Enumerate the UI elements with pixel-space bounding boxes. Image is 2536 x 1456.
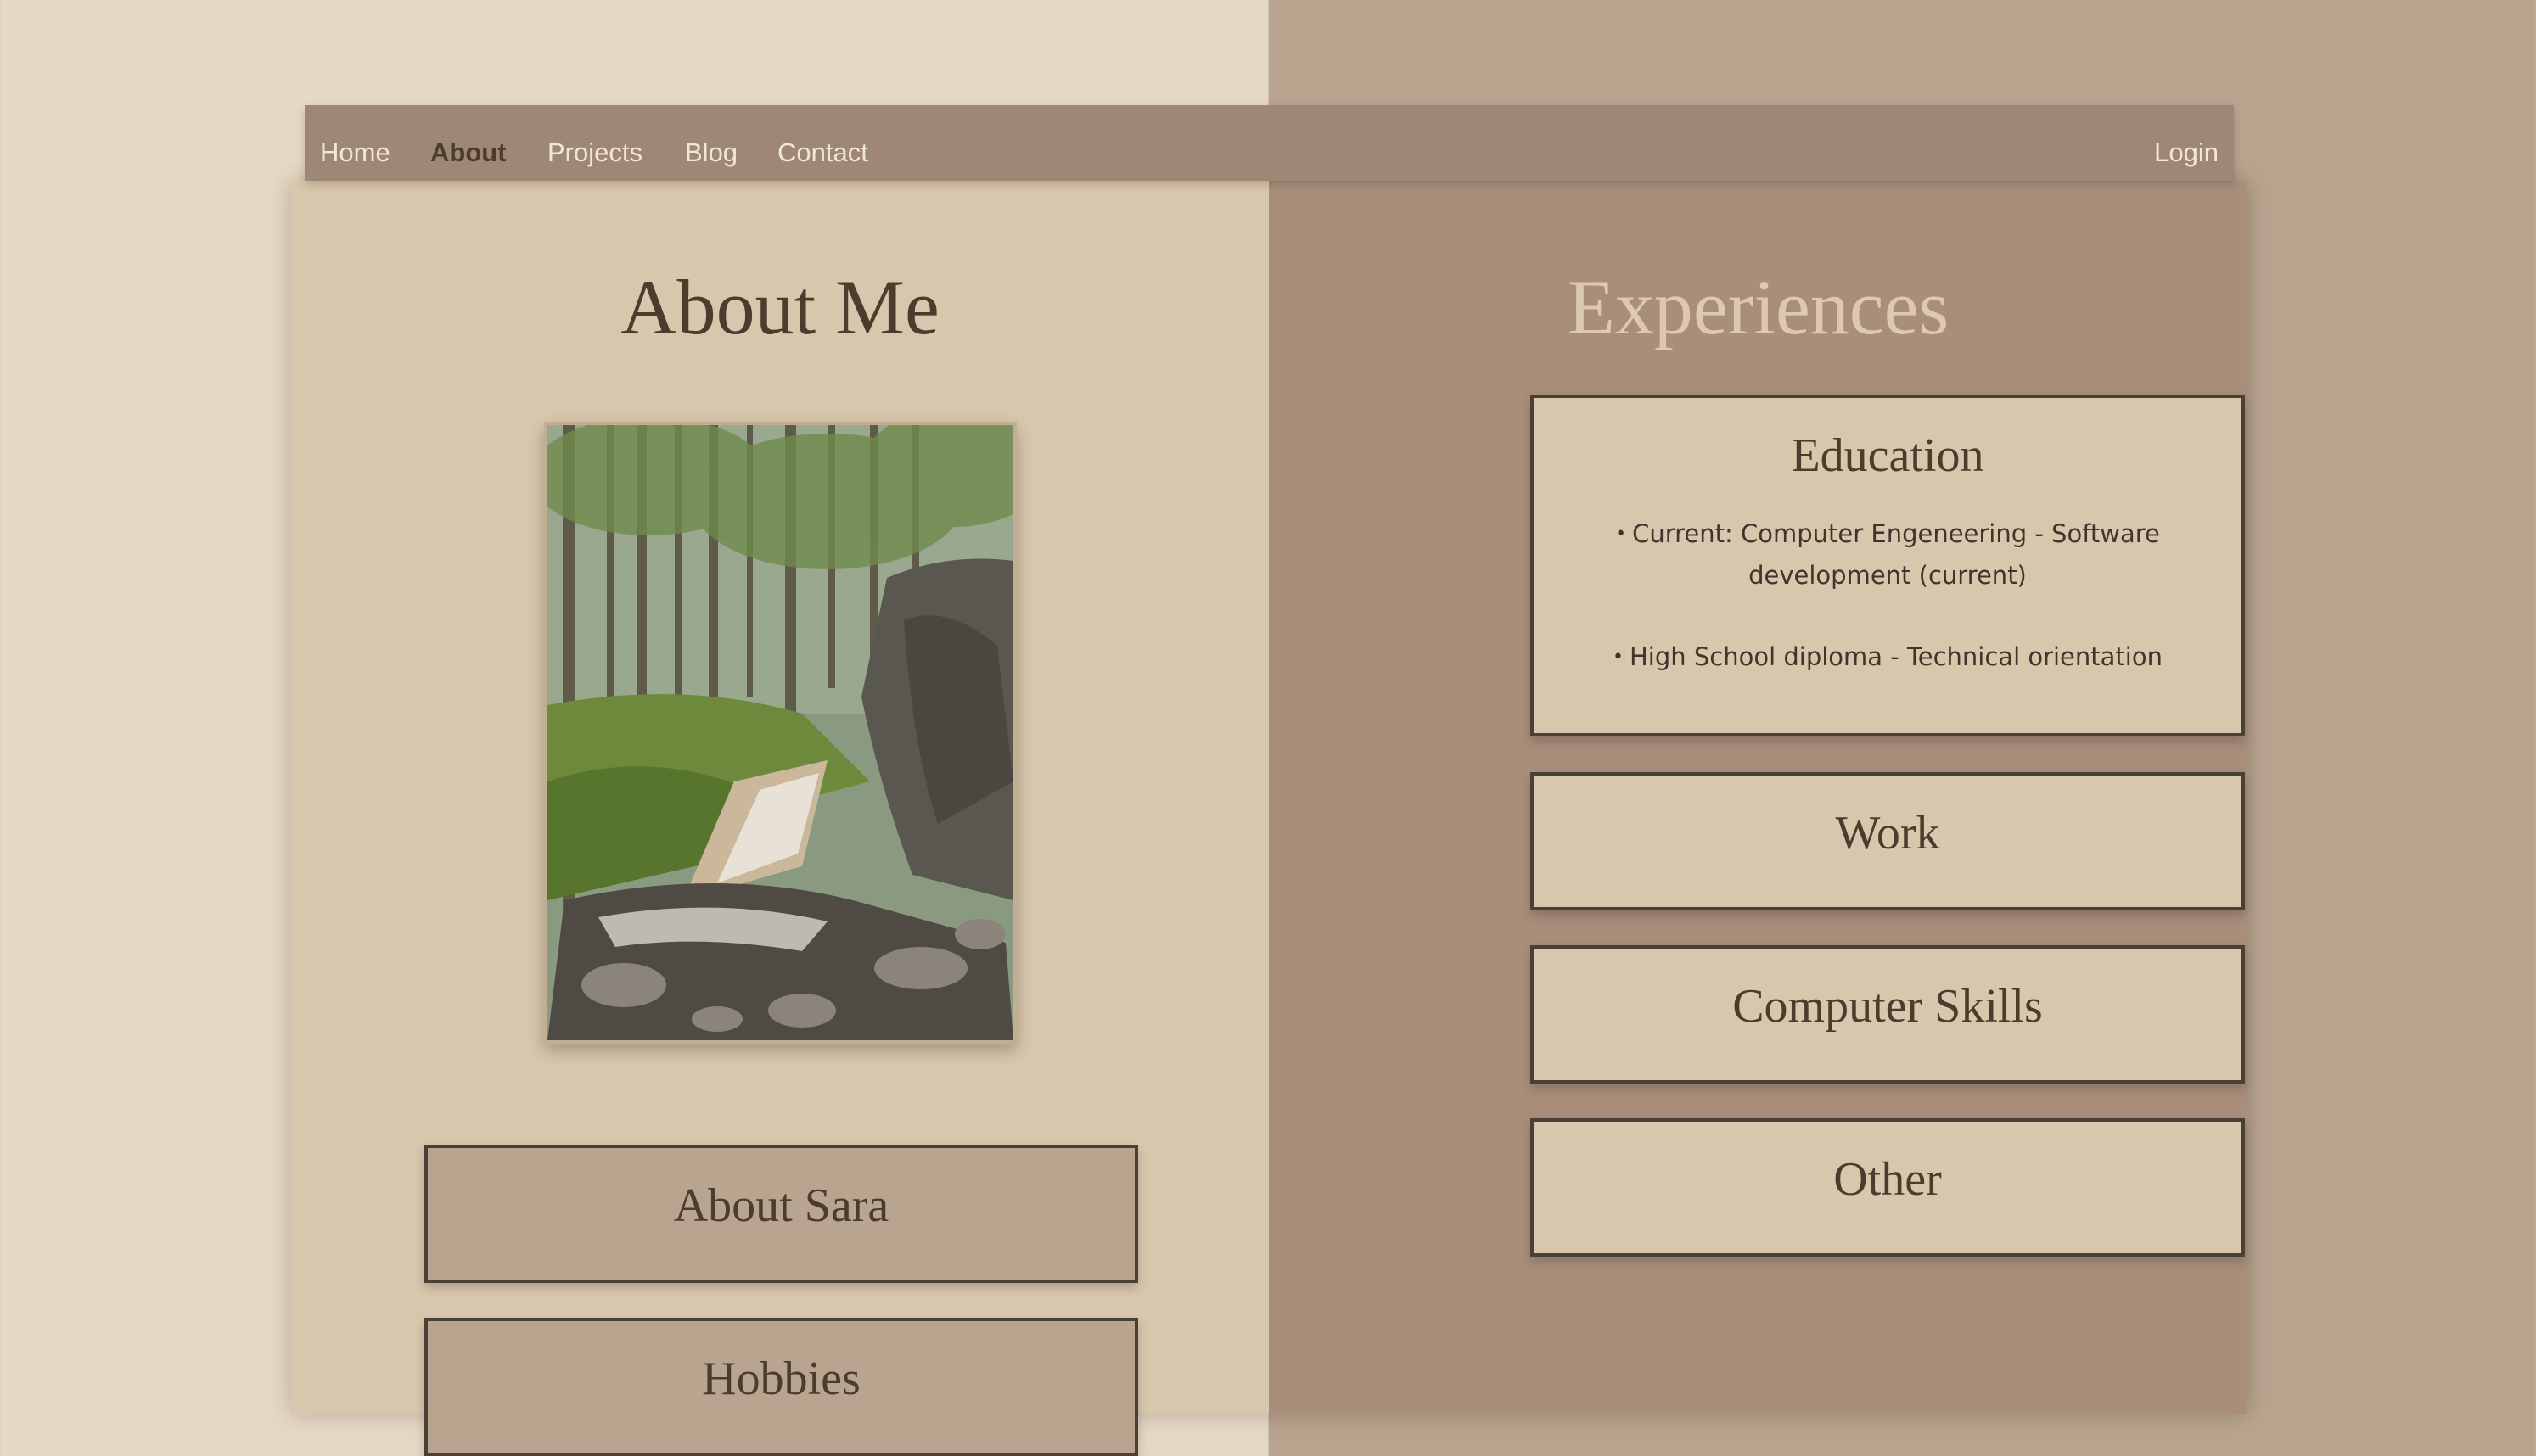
waterfall-image [547,425,1013,1040]
other-label: Other [1833,1153,1942,1206]
education-list: Current: Computer Engeneering - Software… [1534,513,2241,678]
education-item: High School diploma - Technical orientat… [1602,636,2174,678]
hobbies-label: Hobbies [702,1352,861,1405]
about-sara-label: About Sara [673,1179,889,1232]
nav-about-link[interactable]: About [430,105,507,181]
top-navbar: Home About Projects Blog Contact Login [305,105,2234,181]
education-title: Education [1791,429,1984,482]
about-panel: About Me About Sara Hobbies [291,181,1269,1456]
experiences-title: Experiences [1567,264,1950,350]
computer-skills-label: Computer Skills [1732,980,2043,1033]
education-panel[interactable]: Education Current: Computer Engeneering … [1530,395,2245,736]
other-toggle[interactable]: Other [1530,1118,2245,1257]
nav-contact-link[interactable]: Contact [777,105,868,181]
work-label: Work [1835,807,1940,860]
hobbies-toggle[interactable]: Hobbies [424,1318,1138,1456]
nav-blog-link[interactable]: Blog [685,105,738,181]
about-sara-toggle[interactable]: About Sara [424,1145,1138,1283]
about-title: About Me [620,264,940,350]
nav-projects-link[interactable]: Projects [547,105,642,181]
education-item: Current: Computer Engeneering - Software… [1602,513,2174,596]
nav-login-link[interactable]: Login [2154,105,2219,181]
nav-home-link[interactable]: Home [320,105,390,181]
work-toggle[interactable]: Work [1530,772,2245,910]
computer-skills-toggle[interactable]: Computer Skills [1530,945,2245,1084]
experiences-panel: Experiences Education Current: Computer … [1269,181,2247,1414]
content-card: About Me About Sara Hobbies Experiences … [291,181,2247,1456]
profile-photo-waterfall [544,422,1017,1044]
